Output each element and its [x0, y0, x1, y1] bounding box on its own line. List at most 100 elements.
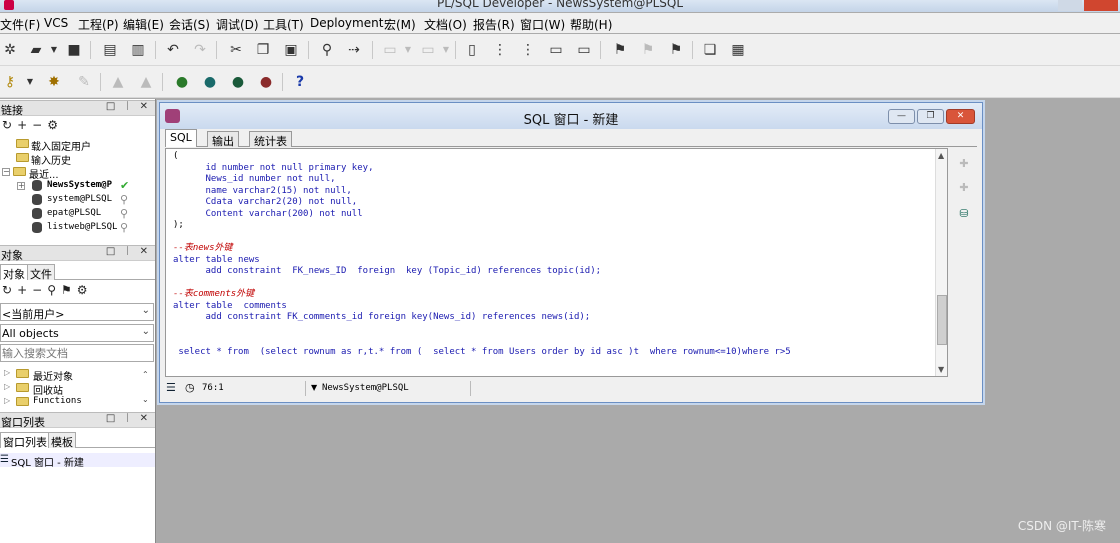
find-icon[interactable]: ⚲	[47, 283, 61, 297]
break-icon[interactable]: ✎	[76, 74, 92, 90]
menu-debug[interactable]: 调试(D)	[216, 16, 259, 33]
explain-plan-icon[interactable]: ⚑	[612, 42, 628, 58]
db-disconnect-icon[interactable]: ●	[258, 74, 274, 90]
panel-controls[interactable]: □ ᛁ ✕	[106, 101, 151, 112]
stop-icon[interactable]: ⚑	[668, 42, 684, 58]
connection-item-listweb[interactable]: listweb@PLSQL ⚲	[0, 221, 155, 235]
collapse-icon[interactable]: −	[2, 168, 10, 176]
unindent-dropdown-icon[interactable]: ▼	[438, 42, 454, 58]
connection-item-epat[interactable]: epat@PLSQL ⚲	[0, 207, 155, 221]
remove-icon[interactable]: −	[32, 283, 47, 297]
format-icon[interactable]: ⋮	[492, 42, 508, 58]
menu-report[interactable]: 报告(R)	[473, 16, 515, 33]
scroll-up-icon[interactable]: ⌃	[142, 370, 154, 379]
sql-editor[interactable]: ( id number not null primary key, News_i…	[165, 148, 948, 377]
clear-icon[interactable]: ▭	[576, 42, 592, 58]
maximize-button[interactable]	[1058, 0, 1082, 11]
window-cascade-icon[interactable]: ❏	[702, 42, 718, 58]
help-icon[interactable]: ?	[292, 74, 308, 90]
find-icon[interactable]: ⚲	[319, 42, 335, 58]
panel-controls[interactable]: □ ᛁ ✕	[106, 246, 151, 257]
add-icon[interactable]: ✚	[957, 181, 971, 195]
connection-item-newssystem[interactable]: + NewsSystem@P ✔	[0, 179, 155, 193]
tree-item[interactable]: 输入历史	[0, 151, 155, 167]
tab-templates[interactable]: 模板	[48, 432, 76, 449]
menu-macro[interactable]: 宏(M)	[384, 16, 416, 33]
filter-icon[interactable]: ⚑	[61, 283, 77, 297]
refresh-icon[interactable]: ↻	[2, 118, 17, 132]
chevron-down-icon[interactable]: ▼	[311, 383, 317, 392]
uncomment-icon[interactable]: ▭	[548, 42, 564, 58]
rollback-icon[interactable]: ▲	[138, 74, 154, 90]
execute-icon[interactable]: ✸	[46, 74, 62, 90]
menu-tools[interactable]: 工具(T)	[263, 16, 304, 33]
indent-dropdown-icon[interactable]: ▼	[400, 42, 416, 58]
tab-statistics[interactable]: 统计表	[249, 131, 292, 148]
close-button[interactable]: ✕	[946, 109, 975, 124]
menu-file[interactable]: 文件(F)	[0, 16, 40, 33]
refresh-icon[interactable]: ↻	[2, 283, 17, 297]
tab-files[interactable]: 文件	[27, 264, 55, 281]
db-sql-icon[interactable]: ●	[230, 74, 246, 90]
redo-icon[interactable]: ↷	[192, 42, 208, 58]
tree-item[interactable]: ▷ 最近对象	[0, 367, 155, 383]
indent-icon[interactable]: ▭	[382, 42, 398, 58]
copy-icon[interactable]: ❐	[255, 42, 271, 58]
db-session-icon[interactable]: ●	[202, 74, 218, 90]
scrollbar-thumb[interactable]	[937, 295, 947, 345]
properties-icon[interactable]: ⚙	[77, 283, 93, 297]
properties-icon[interactable]: ⚙	[47, 118, 63, 132]
document-icon[interactable]: ▯	[464, 42, 480, 58]
close-button[interactable]	[1084, 0, 1118, 11]
key-icon[interactable]: ⚷	[2, 74, 18, 90]
connection-name[interactable]: NewsSystem@PLSQL	[322, 383, 409, 393]
expand-arrow-icon[interactable]: ▷	[4, 396, 10, 405]
tab-output[interactable]: 输出	[207, 131, 239, 148]
find-next-icon[interactable]: ⇢	[346, 42, 362, 58]
save-icon[interactable]: ■	[66, 42, 82, 58]
add-icon[interactable]: ✚	[957, 157, 971, 171]
minimize-button[interactable]: —	[888, 109, 915, 124]
unindent-icon[interactable]: ▭	[420, 42, 436, 58]
expand-arrow-icon[interactable]: ▷	[4, 368, 10, 377]
connection-item-system[interactable]: system@PLSQL ⚲	[0, 193, 155, 207]
menu-deployment[interactable]: Deployment	[310, 16, 383, 30]
owner-select[interactable]: <当前用户> ⌄	[0, 303, 154, 321]
tree-item[interactable]: ▷ 回收站	[0, 381, 155, 397]
db-icon[interactable]: ⛁	[957, 207, 971, 221]
tab-sql[interactable]: SQL	[165, 129, 197, 147]
open-dropdown-icon[interactable]: ▼	[46, 42, 62, 58]
editor-scrollbar[interactable]: ▲ ▼	[935, 149, 947, 376]
logon-dropdown-icon[interactable]: ▼	[22, 74, 38, 90]
tree-item[interactable]: ▷ Functions	[0, 395, 155, 409]
undo-icon[interactable]: ↶	[165, 42, 181, 58]
scroll-down-icon[interactable]: ▼	[938, 365, 944, 374]
menu-window[interactable]: 窗口(W)	[520, 16, 565, 33]
remove-icon[interactable]: −	[32, 118, 47, 132]
tab-window-list[interactable]: 窗口列表	[0, 432, 50, 449]
menu-project[interactable]: 工程(P)	[78, 16, 119, 33]
comment-icon[interactable]: ⋮	[520, 42, 536, 58]
print-icon[interactable]: ▤	[102, 42, 118, 58]
tree-item[interactable]: − 最近...	[0, 165, 155, 181]
open-folder-icon[interactable]: ▰	[28, 42, 44, 58]
expand-icon[interactable]: +	[17, 182, 25, 190]
scroll-down-icon[interactable]: ⌄	[142, 395, 154, 404]
sql-window-title-bar[interactable]: SQL 窗口 - 新建 — ❐ ✕	[160, 103, 982, 129]
tab-objects[interactable]: 对象	[0, 264, 28, 281]
menu-document[interactable]: 文档(O)	[424, 16, 467, 33]
add-icon[interactable]: +	[17, 283, 32, 297]
scroll-up-icon[interactable]: ▲	[938, 151, 944, 160]
menu-help[interactable]: 帮助(H)	[570, 16, 612, 33]
window-tile-icon[interactable]: ▦	[730, 42, 746, 58]
menu-vcs[interactable]: VCS	[44, 16, 68, 30]
window-list-item[interactable]: ☰ SQL 窗口 - 新建	[0, 453, 155, 469]
cut-icon[interactable]: ✂	[228, 42, 244, 58]
panel-controls[interactable]: □ ᛁ ✕	[106, 413, 151, 424]
print-preview-icon[interactable]: ▥	[130, 42, 146, 58]
db-connect-icon[interactable]: ●	[174, 74, 190, 90]
commit-icon[interactable]: ▲	[110, 74, 126, 90]
object-filter-select[interactable]: All objects ⌄	[0, 324, 154, 342]
menu-edit[interactable]: 编辑(E)	[123, 16, 164, 33]
restore-button[interactable]: ❐	[917, 109, 944, 124]
